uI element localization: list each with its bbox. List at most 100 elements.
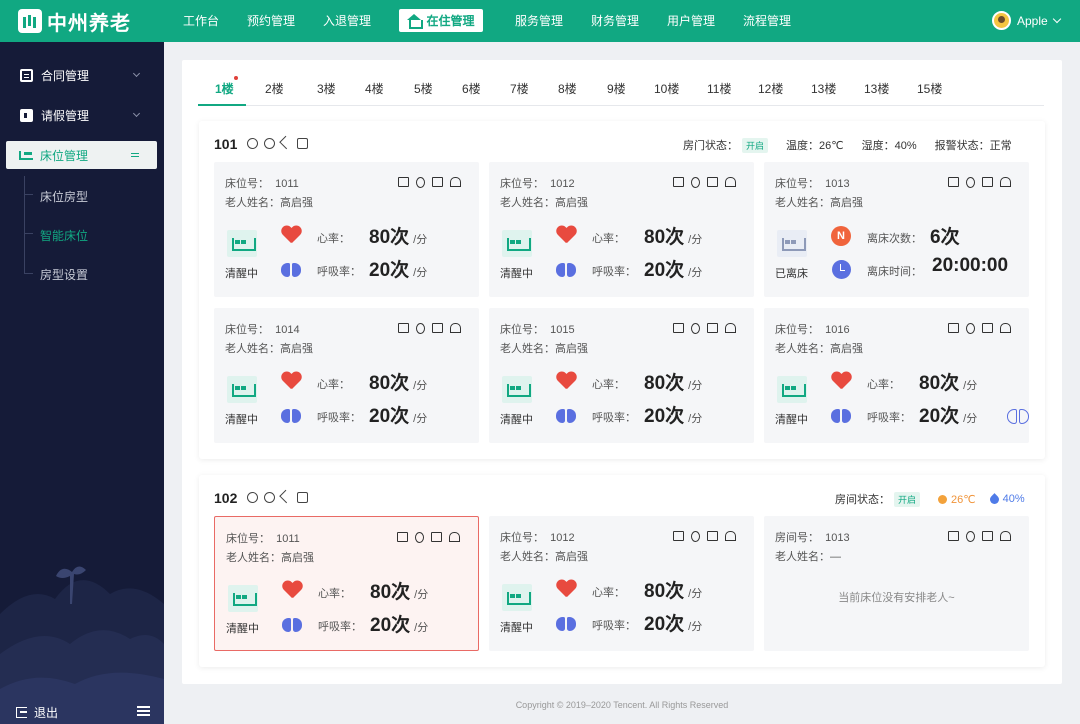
heart-icon — [281, 372, 301, 390]
menu-icon[interactable] — [137, 706, 150, 716]
tab-floor-7[interactable]: 7楼 — [510, 80, 529, 97]
bed-no-line: 床位号： 1012 — [500, 178, 575, 190]
lungs-icon — [281, 260, 301, 277]
sidebar-subitem-room-settings[interactable]: 房型设置 — [40, 266, 88, 283]
tab-floor-10[interactable]: 10楼 — [654, 80, 679, 97]
resp-rate-label: 呼吸率： — [867, 412, 911, 424]
bed-no-line: 床位号： 1015 — [500, 324, 575, 336]
lungs-icon — [831, 406, 851, 423]
bed-card-1014[interactable]: 床位号： 1014 老人姓名：高启强 清醒中 心率： 80次/分 呼吸率： 20… — [214, 308, 479, 443]
nav-item-workbench[interactable]: 工作台 — [183, 12, 219, 29]
tab-floor-13[interactable]: 13楼 — [811, 80, 836, 97]
sidebar: 合同管理 请假管理 床位管理 床位房型 智能床位 房型设置 退出 — [0, 42, 164, 724]
elder-name-line: 老人姓名：高启强 — [226, 552, 314, 564]
logout-button[interactable]: 退出 — [16, 704, 58, 721]
monitor-icon — [431, 532, 442, 542]
heart-icon — [556, 580, 576, 598]
tab-floor-5[interactable]: 5楼 — [414, 80, 433, 97]
monitor-icon — [707, 177, 718, 187]
elder-name-line: 老人姓名：高启强 — [500, 343, 588, 355]
resp-rate-label: 呼吸率： — [318, 621, 362, 633]
device-icon — [297, 492, 308, 503]
tab-floor-9[interactable]: 9楼 — [607, 80, 626, 97]
heart-icon — [282, 581, 302, 599]
bed-card-1012-b[interactable]: 床位号： 1012 老人姓名：高启强 清醒中 心率： 80次/分 呼吸率： 20… — [489, 516, 754, 651]
temperature: 26℃ — [951, 493, 976, 506]
temperature: 温度：26℃ — [786, 140, 844, 152]
nav-item-workflow[interactable]: 流程管理 — [743, 12, 791, 29]
notification-dot — [234, 76, 238, 80]
bed-card-1012[interactable]: 床位号： 1012 老人姓名：高启强 清醒中 心率： 80次/分 呼吸率： 20… — [489, 162, 754, 297]
link-icon — [279, 135, 293, 150]
resp-rate-value: 20次/分 — [644, 260, 703, 281]
tab-underline — [198, 104, 246, 106]
chevron-down-icon — [1052, 14, 1061, 24]
radio-icon — [948, 531, 959, 541]
heart-rate-label: 心率： — [317, 379, 350, 391]
nav-item-service[interactable]: 服务管理 — [515, 12, 563, 29]
elder-name-line: 老人姓名：高启强 — [775, 197, 863, 209]
alarm-icon — [725, 323, 736, 333]
nav-item-residence[interactable]: 在住管理 — [399, 9, 483, 32]
tab-floor-12[interactable]: 12楼 — [758, 80, 783, 97]
bed-card-1011[interactable]: 床位号： 1011 老人姓名：高启强 清醒中 心率： 80次/分 呼吸率： 20… — [214, 162, 479, 297]
heart-rate-label: 心率： — [318, 588, 351, 600]
sidebar-item-contract[interactable]: 合同管理 — [0, 61, 164, 89]
resp-rate-value: 20次/分 — [919, 406, 978, 427]
sleep-state: 清醒中 — [225, 414, 258, 426]
sleep-state: 清醒中 — [500, 622, 533, 634]
collapse-icon[interactable] — [131, 153, 139, 157]
tab-floor-8[interactable]: 8楼 — [558, 80, 577, 97]
nav-item-finance[interactable]: 财务管理 — [591, 12, 639, 29]
bed-empty-icon — [777, 230, 807, 257]
tab-floor-6[interactable]: 6楼 — [462, 80, 481, 97]
leave-count-icon: N — [831, 226, 851, 246]
lungs-outline-icon — [1007, 406, 1029, 424]
bed-card-1016[interactable]: 床位号： 1016 老人姓名：高启强 清醒中 心率： 80次/分 呼吸率： 20… — [764, 308, 1029, 443]
resp-rate-value: 20次/分 — [370, 615, 429, 636]
heart-icon — [281, 226, 301, 244]
sleep-state: 已离床 — [775, 268, 808, 280]
sidebar-item-label: 床位管理 — [40, 148, 89, 163]
alarm-icon — [1000, 531, 1011, 541]
contract-icon — [20, 68, 33, 82]
monitor-icon — [982, 323, 993, 333]
tab-floor-13b[interactable]: 13楼 — [864, 80, 889, 97]
bed-card-1013[interactable]: 床位号： 1013 老人姓名：高启强 已离床 N 离床次数： 6次 离床时间： … — [764, 162, 1029, 297]
elder-name-line: 老人姓名：— — [775, 551, 841, 563]
watch-icon — [416, 323, 425, 334]
bed-device-icons — [673, 531, 736, 542]
user-menu[interactable]: Apple — [992, 11, 1061, 30]
tab-floor-11[interactable]: 11楼 — [707, 80, 731, 97]
bed-device-icons — [398, 177, 461, 188]
tab-floor-15[interactable]: 15楼 — [917, 80, 942, 97]
nav-item-checkin[interactable]: 入退管理 — [323, 12, 371, 29]
sidebar-subitem-smart-bed[interactable]: 智能床位 — [40, 227, 88, 244]
sidebar-item-leave[interactable]: 请假管理 — [0, 101, 164, 129]
room-state-label: 房间状态： — [835, 494, 890, 506]
humidity: 40% — [1002, 493, 1025, 505]
monitor-icon — [982, 531, 993, 541]
nav-item-users[interactable]: 用户管理 — [667, 12, 715, 29]
leave-count-label: 离床次数： — [867, 233, 922, 245]
radio-icon — [673, 177, 684, 187]
resp-rate-label: 呼吸率： — [317, 266, 361, 278]
bed-card-1013-empty[interactable]: 房间号： 1013 老人姓名：— 当前床位没有安排老人~ — [764, 516, 1029, 651]
sidebar-subitem-room-type[interactable]: 床位房型 — [40, 188, 88, 205]
device-icon — [297, 138, 308, 149]
bed-device-icons — [948, 323, 1011, 334]
tab-floor-2[interactable]: 2楼 — [265, 80, 284, 97]
door-state-badge: 开启 — [742, 137, 769, 153]
bed-card-1011-alert[interactable]: 床位号： 1011 老人姓名：高启强 清醒中 心率： 80次/分 呼吸率： 20… — [214, 516, 479, 651]
logo[interactable]: 中州养老 — [18, 8, 131, 35]
tab-floor-1[interactable]: 1楼 — [215, 80, 234, 97]
nav-item-booking[interactable]: 预约管理 — [247, 12, 295, 29]
sleep-state: 清醒中 — [500, 414, 533, 426]
heart-icon — [831, 372, 851, 390]
tab-floor-4[interactable]: 4楼 — [365, 80, 384, 97]
lungs-icon — [556, 260, 576, 277]
alarm-icon — [1000, 177, 1011, 187]
heart-icon — [556, 226, 576, 244]
bed-card-1015[interactable]: 床位号： 1015 老人姓名：高启强 清醒中 心率： 80次/分 呼吸率： 20… — [489, 308, 754, 443]
tab-floor-3[interactable]: 3楼 — [317, 80, 336, 97]
